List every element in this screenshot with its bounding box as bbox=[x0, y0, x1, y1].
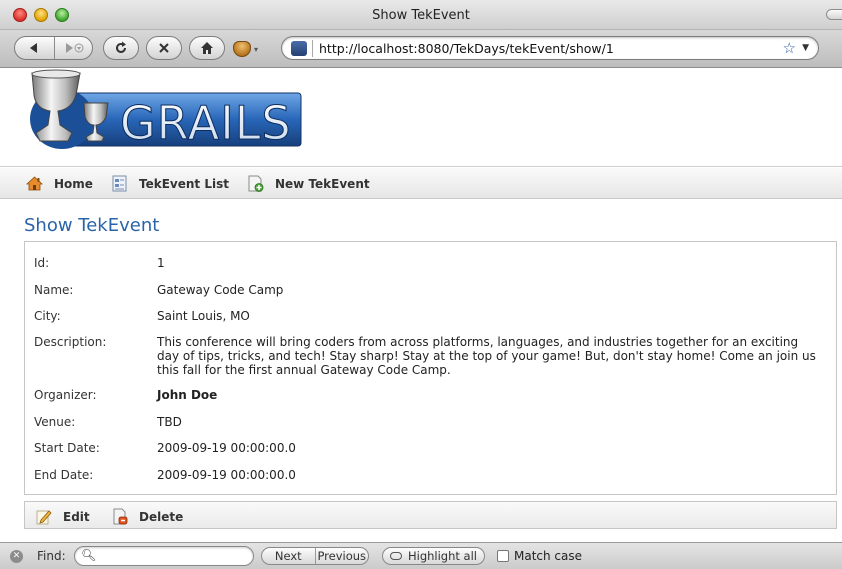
page-title: Show TekEvent bbox=[24, 215, 160, 236]
match-case-label: Match case bbox=[514, 549, 583, 563]
menu-list-label: TekEvent List bbox=[139, 176, 229, 191]
menu-home-link[interactable]: Home bbox=[26, 175, 93, 192]
detail-value: 2009-09-19 00:00:00.0 bbox=[157, 441, 296, 455]
stop-button[interactable] bbox=[146, 36, 182, 60]
detail-label: Id: bbox=[34, 256, 50, 270]
find-nav-group: Next Previous bbox=[261, 547, 369, 565]
back-forward-group bbox=[14, 36, 93, 60]
close-find-bar-icon[interactable]: ✕ bbox=[10, 550, 23, 563]
pencil-icon bbox=[36, 510, 52, 525]
action-button-bar: Edit Delete bbox=[24, 501, 837, 529]
toolbar-toggle-button[interactable] bbox=[826, 9, 842, 20]
find-label: Find: bbox=[37, 549, 66, 563]
menu-new-link[interactable]: New TekEvent bbox=[247, 175, 370, 192]
edit-button[interactable]: Edit bbox=[36, 508, 90, 525]
menu-home-label: Home bbox=[54, 176, 93, 191]
window-titlebar: Show TekEvent bbox=[0, 0, 842, 30]
highlight-all-button[interactable]: Highlight all bbox=[382, 547, 485, 565]
detail-value: John Doe bbox=[157, 388, 218, 402]
detail-value: 2009-09-19 00:00:00.0 bbox=[157, 468, 296, 482]
header-logo-area: GRAILS bbox=[0, 69, 842, 167]
history-dropdown-icon[interactable]: ▼ bbox=[802, 43, 809, 53]
window-title: Show TekEvent bbox=[372, 8, 470, 23]
new-document-icon bbox=[248, 175, 264, 192]
highlight-icon bbox=[389, 552, 402, 560]
site-identity-icon[interactable] bbox=[291, 41, 307, 56]
grails-logo[interactable]: GRAILS bbox=[22, 69, 303, 151]
menu-list-link[interactable]: TekEvent List bbox=[111, 175, 229, 192]
forward-button[interactable] bbox=[53, 37, 93, 59]
find-bar: ✕ Find: 🔍︎ Next Previous Highlight all M… bbox=[0, 542, 842, 569]
checkbox-box[interactable] bbox=[497, 550, 509, 562]
detail-label: Organizer: bbox=[34, 388, 97, 402]
app-menu-bar: Home TekEvent List New TekEvent bbox=[0, 168, 842, 199]
detail-label: Description: bbox=[34, 335, 107, 349]
detail-value: Gateway Code Camp bbox=[157, 283, 284, 297]
detail-label: Venue: bbox=[34, 415, 76, 429]
star-icon[interactable]: ☆ bbox=[783, 39, 796, 57]
find-input[interactable]: 🔍︎ bbox=[74, 546, 254, 566]
find-previous-button[interactable]: Previous bbox=[314, 548, 369, 564]
forward-arrow-icon bbox=[66, 43, 84, 53]
detail-value: 1 bbox=[157, 256, 165, 270]
detail-value: This conference will bring coders from a… bbox=[157, 335, 816, 377]
detail-label: End Date: bbox=[34, 468, 94, 482]
back-arrow-icon bbox=[30, 43, 38, 53]
home-icon bbox=[201, 42, 213, 54]
home-button[interactable] bbox=[189, 36, 225, 60]
address-separator bbox=[312, 40, 313, 57]
delete-button-label: Delete bbox=[139, 509, 184, 524]
search-icon: 🔍︎ bbox=[81, 548, 97, 562]
find-next-button[interactable]: Next bbox=[262, 548, 315, 564]
detail-value: TBD bbox=[157, 415, 182, 429]
edit-button-label: Edit bbox=[63, 509, 90, 524]
detail-label: Name: bbox=[34, 283, 74, 297]
reload-icon bbox=[116, 41, 126, 53]
back-button[interactable] bbox=[15, 37, 54, 59]
chevron-down-icon: ▾ bbox=[254, 44, 259, 54]
menu-new-label: New TekEvent bbox=[275, 176, 370, 191]
list-document-icon bbox=[112, 175, 127, 192]
delete-button[interactable]: Delete bbox=[112, 508, 183, 525]
addon-button[interactable]: ▾ bbox=[233, 40, 263, 58]
address-url[interactable]: http://localhost:8080/TekDays/tekEvent/s… bbox=[319, 41, 614, 56]
reload-button[interactable] bbox=[103, 36, 139, 60]
match-case-checkbox[interactable]: Match case bbox=[497, 549, 582, 563]
address-bar[interactable]: http://localhost:8080/TekDays/tekEvent/s… bbox=[281, 36, 819, 60]
browser-toolbar: ▾ http://localhost:8080/TekDays/tekEvent… bbox=[0, 30, 842, 68]
stop-icon bbox=[159, 43, 169, 53]
detail-value: Saint Louis, MO bbox=[157, 309, 250, 323]
logo-text: GRAILS bbox=[120, 96, 292, 150]
detail-label: City: bbox=[34, 309, 61, 323]
coffee-cup-icon bbox=[233, 41, 251, 57]
event-detail-table: Id: 1 Name: Gateway Code Camp City: Sain… bbox=[24, 241, 837, 495]
highlight-all-label: Highlight all bbox=[407, 549, 477, 563]
detail-label: Start Date: bbox=[34, 441, 100, 455]
home-icon bbox=[26, 176, 43, 191]
delete-document-icon bbox=[113, 508, 128, 525]
